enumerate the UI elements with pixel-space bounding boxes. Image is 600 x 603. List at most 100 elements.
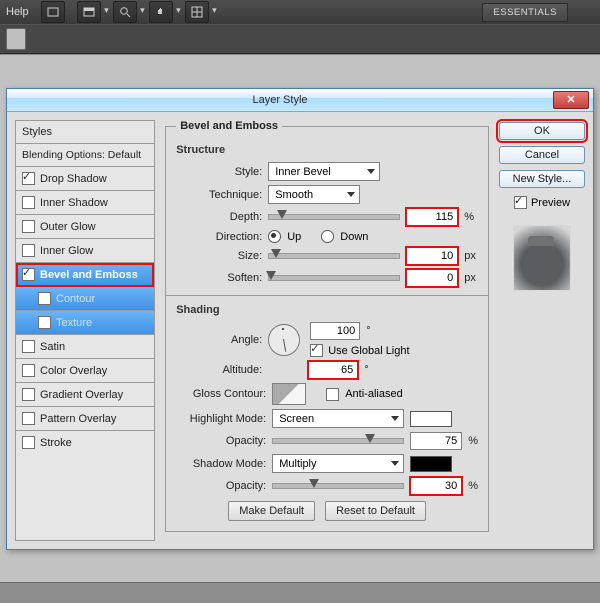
checkbox-icon[interactable] — [22, 172, 35, 185]
section-legend: Bevel and Emboss — [176, 120, 282, 132]
technique-dropdown[interactable]: Smooth — [268, 185, 360, 204]
dialog-titlebar[interactable]: Layer Style ✕ — [7, 89, 593, 112]
highlight-opacity-input[interactable]: 75 — [410, 432, 462, 450]
list-item-bevel[interactable]: Bevel and Emboss — [16, 263, 154, 287]
soften-slider[interactable] — [268, 275, 400, 281]
angle-wheel[interactable] — [268, 324, 300, 356]
depth-unit: % — [464, 211, 474, 223]
list-item[interactable]: Pattern Overlay — [16, 407, 154, 431]
highlight-color-swatch[interactable] — [410, 411, 452, 427]
use-global-label: Use Global Light — [328, 345, 409, 357]
altitude-label: Altitude: — [176, 364, 262, 376]
toolbar-icon-hand[interactable] — [149, 1, 173, 23]
preview-checkbox[interactable] — [514, 196, 527, 209]
highlight-opacity-slider[interactable] — [272, 438, 404, 444]
menu-help[interactable]: Help — [6, 6, 29, 18]
shadow-opacity-input[interactable]: 30 — [410, 477, 462, 495]
checkbox-icon[interactable] — [22, 268, 35, 281]
toolbar-icon-1[interactable] — [41, 1, 65, 23]
list-item-label: Color Overlay — [40, 365, 107, 377]
angle-unit: ° — [366, 325, 370, 337]
opacity1-unit: % — [468, 435, 478, 447]
checkbox-icon[interactable] — [22, 412, 35, 425]
direction-label: Direction: — [176, 231, 262, 243]
highlight-mode-value: Screen — [279, 413, 314, 425]
antialias-label: Anti-aliased — [345, 388, 402, 400]
list-item-label: Outer Glow — [40, 221, 96, 233]
antialias-checkbox[interactable] — [326, 388, 339, 401]
list-item-label: Stroke — [40, 437, 72, 449]
checkbox-icon[interactable] — [22, 340, 35, 353]
checkbox-icon[interactable] — [22, 220, 35, 233]
technique-value: Smooth — [275, 189, 313, 201]
reset-default-button[interactable]: Reset to Default — [325, 501, 426, 521]
options-panel: Bevel and Emboss Structure Style: Inner … — [165, 120, 489, 541]
shadow-mode-label: Shadow Mode: — [176, 458, 266, 470]
list-item[interactable]: Stroke — [16, 431, 154, 454]
style-dropdown[interactable]: Inner Bevel — [268, 162, 380, 181]
shadow-mode-value: Multiply — [279, 458, 316, 470]
blending-options-row[interactable]: Blending Options: Default — [16, 144, 154, 167]
make-default-button[interactable]: Make Default — [228, 501, 315, 521]
direction-down-radio[interactable] — [321, 230, 334, 243]
checkbox-icon[interactable] — [22, 436, 35, 449]
list-item[interactable]: Satin — [16, 335, 154, 359]
depth-slider[interactable] — [268, 214, 400, 220]
list-item-label: Satin — [40, 341, 65, 353]
list-item-texture[interactable]: Texture — [16, 311, 154, 335]
list-item[interactable]: Gradient Overlay — [16, 383, 154, 407]
toolbar-icon-zoom[interactable] — [113, 1, 137, 23]
shadow-mode-dropdown[interactable]: Multiply — [272, 454, 404, 473]
checkbox-icon[interactable] — [38, 316, 51, 329]
size-slider[interactable] — [268, 253, 400, 259]
app-option-bar — [0, 24, 600, 54]
angle-input[interactable]: 100 — [310, 322, 360, 340]
list-item-contour[interactable]: Contour — [16, 287, 154, 311]
list-item[interactable]: Color Overlay — [16, 359, 154, 383]
altitude-unit: ° — [364, 364, 368, 376]
structure-heading: Structure — [176, 144, 478, 156]
shadow-opacity-slider[interactable] — [272, 483, 404, 489]
list-item[interactable]: Outer Glow — [16, 215, 154, 239]
workspace-switcher[interactable]: ESSENTIALS — [482, 3, 568, 22]
shadow-color-swatch[interactable] — [410, 456, 452, 472]
list-item-label: Bevel and Emboss — [40, 269, 138, 281]
opacity2-unit: % — [468, 480, 478, 492]
gloss-contour-picker[interactable] — [272, 383, 306, 405]
toolbar-icon-2[interactable] — [77, 1, 101, 23]
list-item-label: Texture — [56, 317, 92, 329]
ok-button[interactable]: OK — [499, 122, 585, 140]
size-input[interactable]: 10 — [406, 247, 458, 265]
list-item-label: Pattern Overlay — [40, 413, 116, 425]
depth-label: Depth: — [176, 211, 262, 223]
list-item-label: Inner Glow — [40, 245, 93, 257]
direction-up-radio[interactable] — [268, 230, 281, 243]
soften-unit: px — [464, 272, 476, 284]
list-item-label: Drop Shadow — [40, 173, 107, 185]
use-global-checkbox[interactable] — [310, 344, 323, 357]
cancel-button[interactable]: Cancel — [499, 146, 585, 164]
list-item[interactable]: Inner Shadow — [16, 191, 154, 215]
altitude-input[interactable]: 65 — [308, 361, 358, 379]
bevel-fieldset: Bevel and Emboss Structure Style: Inner … — [165, 120, 489, 532]
chevron-down-icon — [391, 461, 399, 466]
toolbar-icon-grid[interactable] — [185, 1, 209, 23]
close-button[interactable]: ✕ — [553, 91, 589, 109]
checkbox-icon[interactable] — [22, 244, 35, 257]
checkbox-icon[interactable] — [22, 388, 35, 401]
styles-header[interactable]: Styles — [16, 121, 154, 144]
checkbox-icon[interactable] — [22, 196, 35, 209]
depth-input[interactable]: 115 — [406, 208, 458, 226]
highlight-mode-dropdown[interactable]: Screen — [272, 409, 404, 428]
list-item-label: Contour — [56, 293, 95, 305]
new-style-button[interactable]: New Style... — [499, 170, 585, 188]
list-item[interactable]: Drop Shadow — [16, 167, 154, 191]
styles-list: Styles Blending Options: Default Drop Sh… — [15, 120, 155, 541]
soften-input[interactable]: 0 — [406, 269, 458, 287]
technique-label: Technique: — [176, 189, 262, 201]
optionbar-handle-icon[interactable] — [6, 28, 26, 50]
checkbox-icon[interactable] — [22, 364, 35, 377]
checkbox-icon[interactable] — [38, 292, 51, 305]
chevron-down-icon — [347, 192, 355, 197]
list-item[interactable]: Inner Glow — [16, 239, 154, 263]
